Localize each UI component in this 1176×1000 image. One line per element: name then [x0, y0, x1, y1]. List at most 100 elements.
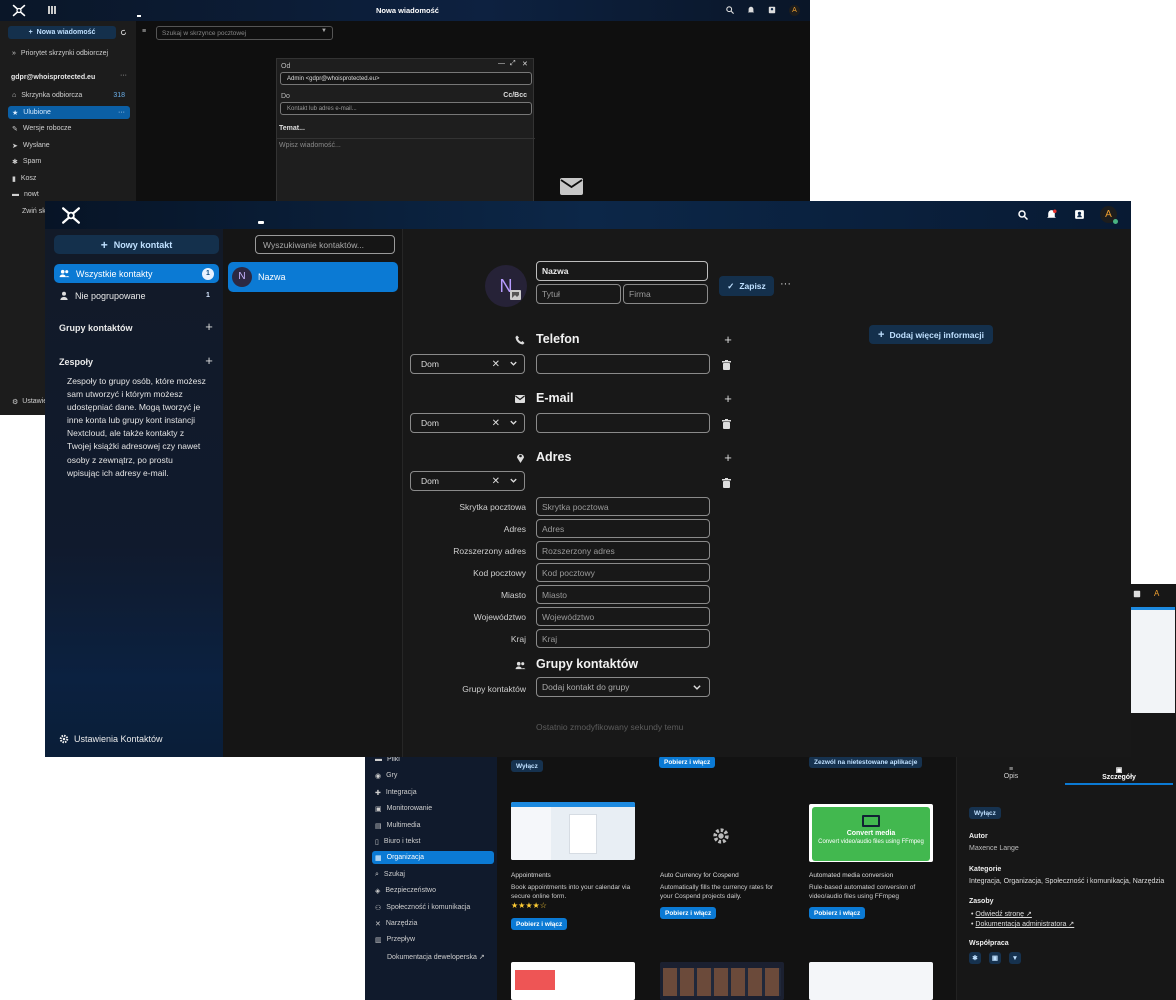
contacts-menu-icon[interactable] — [1074, 209, 1085, 220]
account-menu-icon[interactable]: ··· — [120, 72, 127, 79]
clear-icon[interactable]: ✕ — [492, 359, 500, 370]
app-screenshot[interactable] — [511, 962, 635, 1000]
search-icon[interactable] — [1018, 210, 1028, 220]
add-more-info-button[interactable]: + Dodaj więcej informacji — [869, 325, 993, 344]
nextcloud-logo-icon[interactable] — [12, 4, 26, 17]
delete-phone-icon[interactable] — [721, 359, 731, 370]
delete-email-icon[interactable] — [721, 418, 731, 429]
nav-ungrouped[interactable]: Nie pogrupowane 1 — [54, 286, 219, 305]
notifications-icon[interactable] — [1046, 209, 1057, 220]
contact-list-item[interactable]: N Nazwa — [228, 262, 398, 292]
category-social[interactable]: ⚇ Społeczność i komunikacja — [372, 901, 494, 914]
category-search[interactable]: ⌕ Szukaj — [372, 868, 494, 881]
from-field[interactable]: Admin <gdpr@whoisprotected.eu> — [280, 72, 532, 85]
save-button[interactable]: ✓ Zapisz — [719, 276, 774, 296]
disable-button[interactable]: Wyłącz — [969, 807, 1001, 819]
contacts-menu-icon[interactable] — [768, 6, 776, 14]
category-tools[interactable]: ✕ Narzędzia — [372, 917, 494, 930]
ask-question-button[interactable]: ▼ — [1009, 952, 1021, 964]
nextcloud-logo-icon[interactable] — [61, 206, 81, 225]
subject-field[interactable]: Temat... — [279, 125, 305, 132]
close-icon[interactable]: ✕ — [522, 60, 528, 68]
tab-description[interactable]: ≡ Opis — [957, 766, 1065, 780]
contact-avatar-large[interactable]: N — [485, 265, 527, 307]
folder-trash[interactable]: ▮ Kosz — [8, 172, 130, 185]
region-input[interactable]: Województwo — [536, 607, 710, 626]
install-button[interactable]: Pobierz i włącz — [511, 918, 568, 930]
groups-select[interactable]: Dodaj kontakt do grupy — [536, 677, 710, 697]
developer-docs-link[interactable]: Dokumentacja deweloperska ↗ — [372, 950, 494, 963]
app-name[interactable]: Appointments — [511, 872, 551, 879]
body-field[interactable]: Wpisz wiadomość... — [279, 142, 341, 149]
filter-icon[interactable]: ▼ — [321, 28, 327, 34]
folder-spam[interactable]: ✱ Spam — [8, 155, 130, 168]
allow-untested-button[interactable]: Zezwól na nietestowane aplikacje — [809, 756, 923, 768]
contact-name-input[interactable]: Nazwa — [536, 261, 708, 281]
email-type-select[interactable]: Dom ✕ — [410, 413, 525, 433]
app-name[interactable]: Auto Currency for Cospend — [660, 872, 739, 879]
extended-address-input[interactable]: Rozszerzony adres — [536, 541, 710, 560]
image-upload-icon[interactable] — [510, 290, 521, 300]
folder-menu-icon[interactable]: ··· — [118, 109, 125, 116]
convert-media-screenshot[interactable]: Convert media Convert video/audio files … — [809, 804, 933, 862]
to-field[interactable]: Kontakt lub adres e-mail... — [280, 102, 532, 115]
add-phone-button[interactable]: + — [721, 333, 735, 347]
category-organization[interactable]: ▦ Organizacja — [372, 851, 494, 864]
clear-icon[interactable]: ✕ — [492, 418, 500, 429]
email-input[interactable] — [536, 413, 710, 433]
app-screenshot[interactable] — [660, 962, 784, 1000]
admin-docs-link[interactable]: • Dokumentacja administratora ↗ — [971, 920, 1074, 928]
disable-button[interactable]: Wyłącz — [511, 760, 543, 772]
category-multimedia[interactable]: ▤ Multimedia — [372, 819, 494, 832]
address-type-select[interactable]: Dom ✕ — [410, 471, 525, 491]
tab-details[interactable]: ▣ Szczegóły — [1065, 766, 1173, 785]
add-email-button[interactable]: + — [721, 392, 735, 406]
category-office[interactable]: ▯ Biuro i tekst — [372, 835, 494, 848]
user-avatar[interactable]: A — [789, 5, 800, 16]
download-enable-button[interactable]: Pobierz i włącz — [659, 756, 716, 768]
delete-address-icon[interactable] — [721, 477, 731, 488]
folder-drafts[interactable]: ✎ Wersje robocze — [8, 122, 130, 135]
street-input[interactable]: Adres — [536, 519, 710, 538]
website-link[interactable]: • Odwiedź stronę ↗ — [971, 910, 1032, 918]
postal-code-input[interactable]: Kod pocztowy — [536, 563, 710, 582]
mail-search-input[interactable]: Szukaj w skrzynce pocztowej — [156, 26, 333, 40]
folder-nowt[interactable]: ▬ nowt — [8, 188, 130, 201]
phone-type-select[interactable]: Dom ✕ — [410, 354, 525, 374]
install-button[interactable]: Pobierz i włącz — [660, 907, 717, 919]
contacts-menu-icon[interactable] — [1133, 590, 1141, 598]
contacts-settings-button[interactable]: Ustawienia Kontaktów — [59, 734, 163, 744]
folder-favorites[interactable]: ★ Ulubione ··· — [8, 106, 130, 119]
add-group-button[interactable]: + — [202, 320, 216, 334]
clear-icon[interactable]: ✕ — [492, 476, 500, 487]
minimize-icon[interactable]: — — [498, 60, 505, 67]
collapse-link[interactable]: Zwiń sk — [22, 208, 46, 215]
app-name[interactable]: Automated media conversion — [809, 872, 893, 879]
expand-icon[interactable]: ⤢ — [510, 60, 516, 68]
new-message-button[interactable]: + Nowa wiadomość — [8, 26, 116, 39]
report-bug-button[interactable]: ✱ — [969, 952, 981, 964]
cc-bcc-toggle[interactable]: Cc/Bcc — [503, 92, 527, 99]
po-box-input[interactable]: Skrytka pocztowa — [536, 497, 710, 516]
add-address-button[interactable]: + — [721, 451, 735, 465]
category-workflow[interactable]: ▥ Przepływ — [372, 933, 494, 946]
app-preview-screenshot[interactable] — [1131, 607, 1175, 713]
appointments-screenshot[interactable] — [511, 802, 635, 860]
category-monitoring[interactable]: ▣ Monitorowanie — [372, 802, 494, 815]
country-input[interactable]: Kraj — [536, 629, 710, 648]
user-avatar[interactable]: A — [1154, 589, 1159, 598]
apps-grid-icon[interactable] — [48, 6, 56, 14]
nav-all-contacts[interactable]: Wszystkie kontakty 1 — [54, 264, 219, 283]
phone-input[interactable] — [536, 354, 710, 374]
new-contact-button[interactable]: + Nowy kontakt — [54, 235, 219, 254]
notifications-icon[interactable] — [747, 6, 755, 14]
title-input[interactable]: Tytuł — [536, 284, 621, 304]
folder-sent[interactable]: ➤ Wysłane — [8, 139, 130, 152]
filter-menu-icon[interactable]: ≡ — [142, 28, 146, 35]
app-screenshot[interactable] — [809, 962, 933, 1000]
search-icon[interactable] — [726, 6, 734, 14]
category-games[interactable]: ◉ Gry — [372, 769, 494, 782]
company-input[interactable]: Firma — [623, 284, 708, 304]
category-integration[interactable]: ✚ Integracja — [372, 786, 494, 799]
refresh-icon[interactable] — [120, 29, 127, 36]
